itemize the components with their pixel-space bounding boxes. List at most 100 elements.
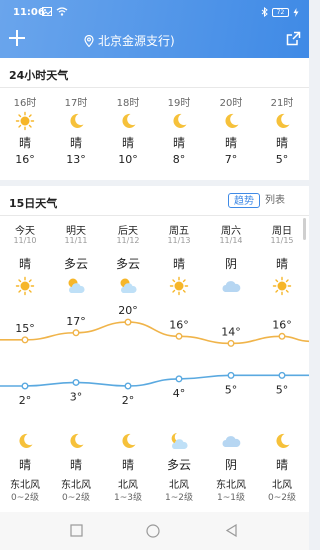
hourly-time: 17时: [64, 98, 88, 109]
home-icon[interactable]: [146, 524, 160, 538]
wind-level: 0~2级: [11, 493, 39, 503]
low-temp-label: 5°: [276, 383, 289, 396]
day-date: 11/14: [219, 236, 243, 245]
wind-level: 1~1级: [217, 493, 245, 503]
day-name: 后天: [118, 226, 138, 237]
day-name: 今天: [15, 226, 35, 237]
hourly-condition: 晴: [69, 136, 82, 150]
day-date: 11/15: [270, 236, 294, 245]
temperature-trend-chart: 15° 2° 17° 3° 20° 2° 16° 4° 14° 5° 16° 5°: [0, 304, 309, 407]
night-item: 晴东北风 0~2级: [0, 430, 50, 503]
day-name: 周五: [169, 226, 189, 237]
night-condition: 阴: [224, 458, 237, 472]
cloudy-night-icon: [171, 433, 188, 449]
high-temp-label: 16°: [272, 318, 292, 331]
charging-icon: [293, 7, 299, 17]
day-condition: 多云: [63, 257, 88, 271]
wind-direction: 东北风: [61, 480, 91, 491]
low-temp-point: [124, 382, 132, 390]
high-temp-point: [124, 318, 132, 326]
day-date: 11/11: [64, 236, 88, 245]
header: 11:06 72 北京金源支行): [0, 0, 309, 58]
hourly-item: 16时晴 16°: [0, 94, 50, 166]
bluetooth-icon: [261, 7, 268, 17]
day-condition: 晴: [172, 257, 185, 271]
image-icon: [42, 7, 52, 16]
list-tab[interactable]: 列表: [260, 193, 290, 208]
battery-icon: 72: [272, 7, 289, 17]
moon-icon: [19, 433, 33, 448]
status-bar: 11:06 72: [0, 0, 309, 24]
night-item: 多云北风 1~2级: [154, 430, 204, 503]
day-name: 周日: [272, 226, 292, 237]
high-temp-point: [278, 332, 286, 340]
day-name: 周六: [221, 226, 241, 237]
night-item: 晴北风 1~3级: [103, 430, 153, 503]
high-temp-label: 17°: [66, 315, 86, 328]
location-selector[interactable]: 北京金源支行): [84, 32, 175, 49]
hourly-temperature: 16°: [15, 153, 35, 166]
moon-icon: [276, 113, 290, 128]
wind-level: 0~2级: [62, 493, 90, 503]
hourly-item: 20时晴 7°: [206, 94, 256, 166]
share-icon[interactable]: [286, 31, 301, 46]
navigation-bar: [0, 512, 309, 550]
view-toggle: 趋势 列表: [228, 193, 290, 208]
moon-icon: [276, 433, 290, 448]
status-time: 11:06: [13, 7, 45, 18]
low-temp-label: 5°: [225, 383, 238, 396]
low-temp-point: [175, 375, 183, 383]
high-temp-line: [0, 321, 309, 345]
wind-direction: 北风: [118, 480, 138, 491]
hourly-temperature: 10°: [118, 153, 138, 166]
night-item: 阴东北风 1~1级: [206, 430, 256, 503]
high-temp-point: [21, 336, 29, 344]
night-condition: 多云: [166, 458, 191, 472]
low-temp-point: [278, 371, 286, 379]
day-name: 明天: [66, 226, 86, 237]
night-item: 晴北风 0~2级: [257, 430, 307, 503]
high-temp-point: [72, 329, 80, 337]
moon-icon: [225, 113, 239, 128]
wind-level: 1~2级: [165, 493, 193, 503]
wind-level: 0~2级: [268, 493, 296, 503]
moon-icon: [70, 113, 84, 128]
day-date: 11/10: [13, 236, 37, 245]
recent-apps-icon[interactable]: [70, 524, 83, 537]
night-condition: 晴: [18, 458, 31, 472]
night-condition: 晴: [69, 458, 82, 472]
add-city-button[interactable]: [9, 30, 25, 46]
high-temp-label: 20°: [118, 304, 138, 317]
hourly-temperature: 8°: [172, 153, 186, 166]
wind-direction: 北风: [169, 480, 189, 491]
low-temp-label: 3°: [70, 390, 83, 403]
hourly-temperature: 7°: [224, 153, 238, 166]
hourly-condition: 晴: [172, 136, 185, 150]
low-temp-point: [21, 382, 29, 390]
hourly-time: 20时: [219, 98, 243, 109]
day-condition: 晴: [18, 257, 31, 271]
wind-direction: 东北风: [216, 480, 246, 491]
hourly-time: 21时: [270, 98, 294, 109]
hourly-temperature: 5°: [275, 153, 289, 166]
night-condition: 晴: [121, 458, 134, 472]
low-temp-label: 4°: [173, 387, 186, 400]
hourly-condition: 晴: [275, 136, 288, 150]
low-temp-line: [0, 374, 309, 387]
hourly-condition: 晴: [18, 136, 31, 150]
high-temp-label: 15°: [15, 322, 35, 335]
day-date: 11/12: [116, 236, 140, 245]
trend-tab[interactable]: 趋势: [228, 193, 260, 208]
night-item: 晴东北风 0~2级: [51, 430, 101, 503]
day-date: 11/13: [167, 236, 191, 245]
daily-title: 15日天气: [9, 197, 58, 210]
wind-direction: 东北风: [10, 480, 40, 491]
day-condition: 晴: [275, 257, 288, 271]
high-temp-point: [175, 332, 183, 340]
hourly-condition: 晴: [121, 136, 134, 150]
night-condition: 晴: [275, 458, 288, 472]
wind-level: 1~3级: [114, 493, 142, 503]
moon-icon: [122, 113, 136, 128]
back-icon[interactable]: [225, 524, 238, 537]
day-condition: 多云: [115, 257, 140, 271]
